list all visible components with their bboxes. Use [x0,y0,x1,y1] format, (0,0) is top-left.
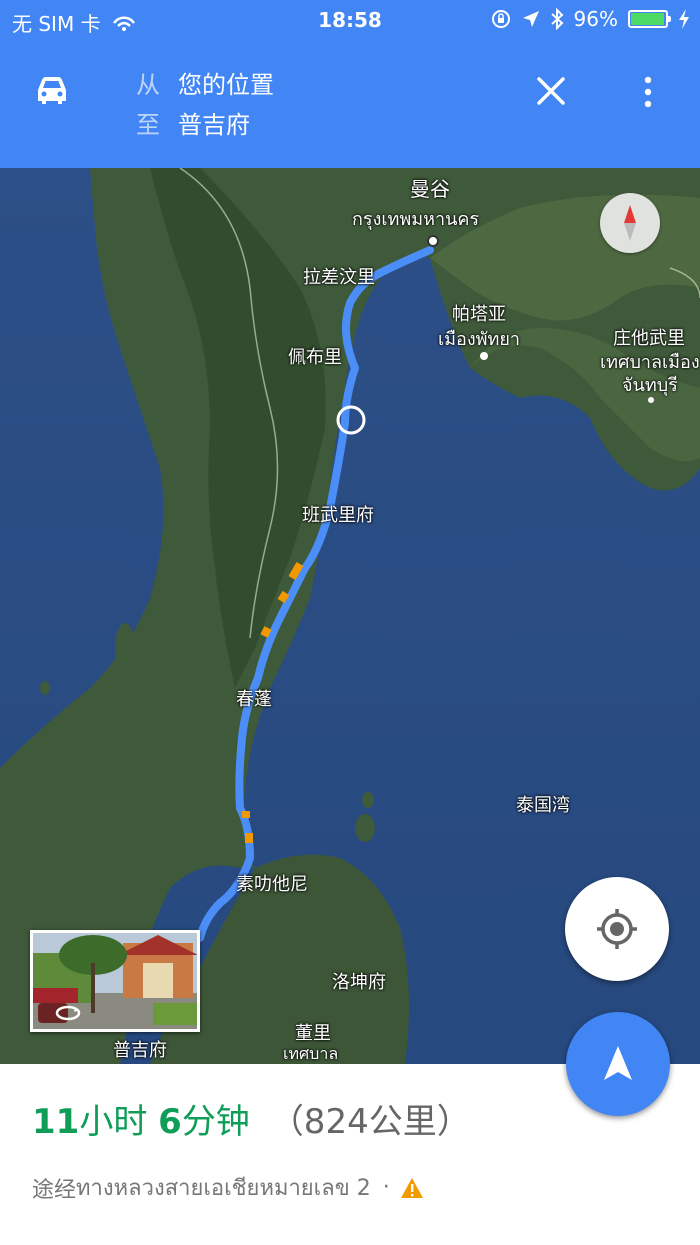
map-label-prachuap: 班武里府 [302,505,374,526]
map-label-chanthaburi-thai-2: จันทบุรี [622,375,678,396]
map-label-bangkok: 曼谷 [410,177,450,201]
map-label-ratchaburi: 拉差汶里 [303,267,375,288]
route-distance: （824公里） [269,1102,471,1142]
map-label-pattaya: 帕塔亚 [452,304,506,325]
close-icon[interactable] [533,73,569,109]
location-arrow-icon [522,11,539,27]
route-via: 途经 ทางหลวงสายเอเชียหมายเลข 2 · [32,1170,424,1205]
start-navigation-button[interactable] [566,1012,670,1116]
battery-percent: 96% [573,7,618,31]
destination-value: 普吉府 [178,110,250,139]
compass-icon [624,205,636,241]
eta-hours-unit: 小时 [79,1102,148,1142]
charging-icon [679,9,689,29]
status-bar: 无 SIM 卡 18:58 96% [0,0,700,40]
street-view-thumbnail[interactable] [30,930,200,1032]
map-label-chumphon: 春蓬 [236,689,272,710]
map-label-surat-thani: 素叻他尼 [236,874,308,895]
warning-icon[interactable] [400,1177,424,1199]
map-label-gulf: 泰国湾 [516,795,570,816]
map-label-nakhon-si: 洛坤府 [332,972,386,993]
directions-header: 从 您的位置 至 普吉府 [0,40,700,168]
destination-prefix: 至 [136,110,160,139]
my-location-button[interactable] [565,877,669,981]
compass-button[interactable] [600,193,660,253]
bluetooth-icon [550,8,563,30]
more-options-icon[interactable] [634,72,662,112]
origin-field[interactable]: 从 您的位置 [136,62,274,102]
eta-hours: 11 [32,1102,80,1142]
rotation-lock-icon [491,10,510,28]
car-icon[interactable] [32,70,72,110]
map-label-bangkok-thai: กรุงเทพมหานคร [352,209,480,230]
eta-minutes: 6 [158,1102,182,1142]
via-road: ทางหลวงสายเอเชียหมายเลข 2 [76,1176,371,1201]
map-label-trang-thai: เทศบาล [283,1044,339,1063]
eta-minutes-unit: 分钟 [181,1102,250,1142]
street-view-rotate-icon [55,1005,81,1021]
origin-prefix: 从 [136,70,160,99]
navigation-arrow-icon [604,1046,632,1080]
map-label-phetchaburi: 佩布里 [288,347,342,368]
via-separator: · [382,1175,390,1200]
map-label-phuket: 普吉府 [113,1040,167,1061]
origin-value: 您的位置 [178,70,274,99]
map-label-pattaya-thai: เมืองพัทยา [438,329,521,350]
crosshair-icon [597,909,637,949]
destination-field[interactable]: 至 普吉府 [136,102,274,142]
via-prefix: 途经 [32,1177,77,1203]
eta-text: 11小时 6分钟 （824公里） [32,1094,471,1143]
battery-icon [628,10,671,28]
